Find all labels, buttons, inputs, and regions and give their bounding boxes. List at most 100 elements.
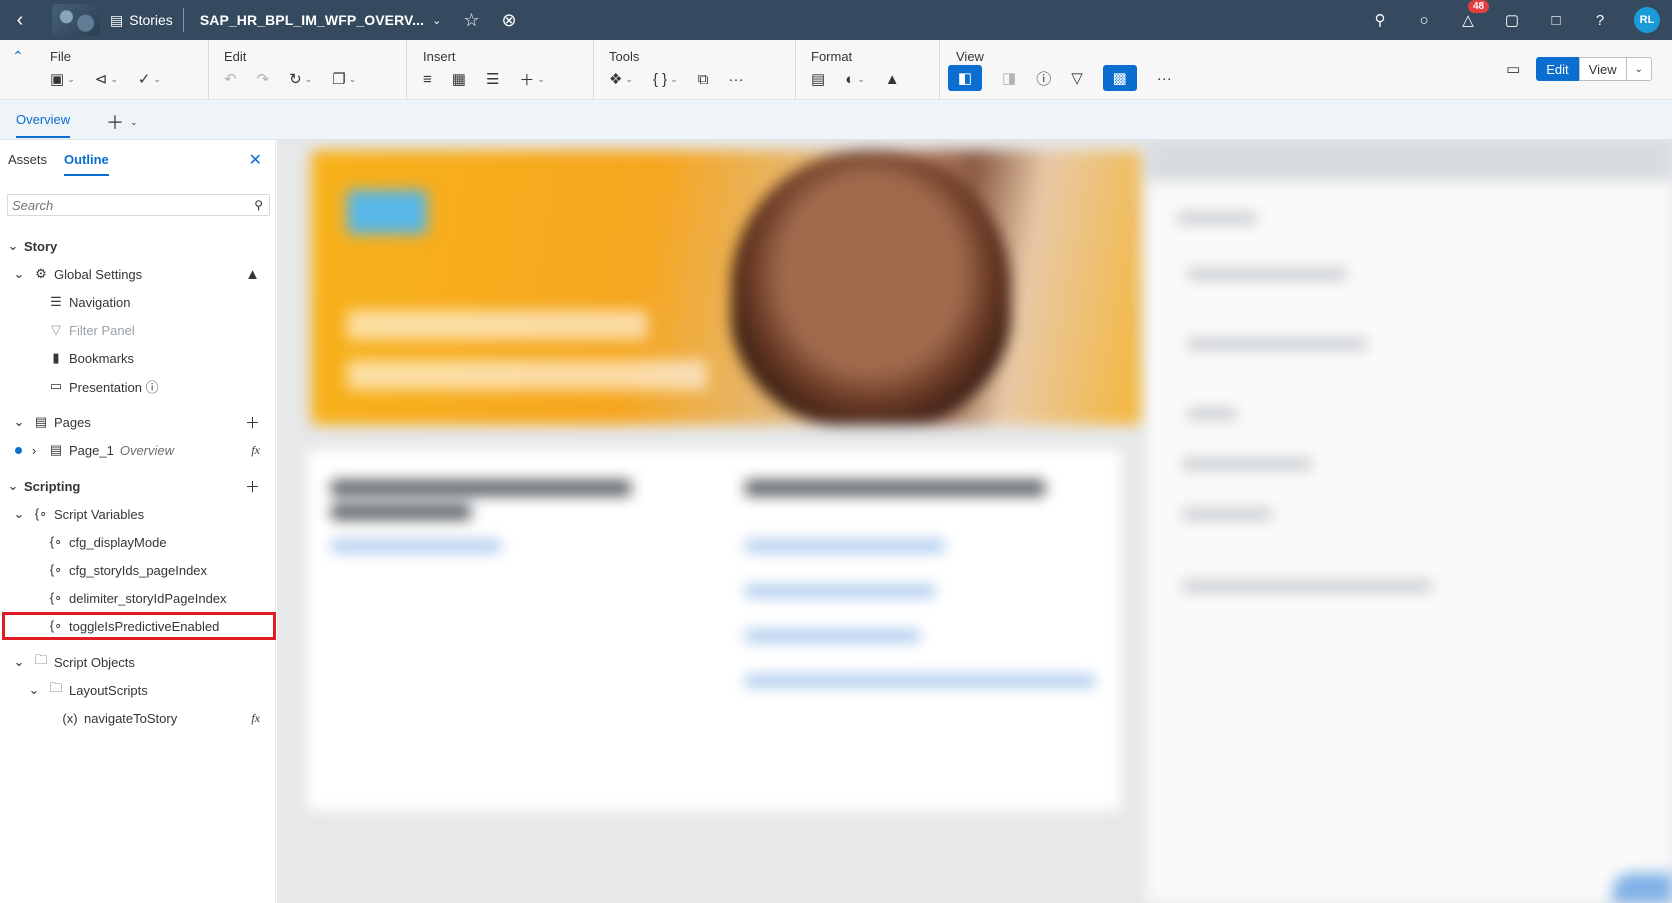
chevron-down-icon[interactable]: ⌄ xyxy=(6,478,20,494)
tree-item-global-settings[interactable]: ⌄ ⚙ Global Settings ▲ xyxy=(0,260,276,288)
search-icon[interactable]: ⚲ xyxy=(254,198,263,212)
script-variable-icon: {∘ xyxy=(34,506,48,521)
close-circle-icon[interactable]: ⊗ xyxy=(502,10,517,31)
tree-item-pages[interactable]: ⌄ ▤ Pages ＋ xyxy=(0,408,276,436)
fx-icon[interactable]: fx xyxy=(251,443,260,458)
feedback-icon[interactable]: □ xyxy=(1546,10,1566,30)
text-placeholder xyxy=(1182,508,1272,520)
share-icon[interactable]: ⊲ ⌄ xyxy=(95,68,118,90)
tree-item-filter-panel[interactable]: ▽ Filter Panel xyxy=(0,316,276,344)
input-control-icon[interactable]: ☰ xyxy=(486,68,499,90)
css-icon[interactable]: ▲ xyxy=(885,68,900,90)
tree-item-navigatetostory[interactable]: (x) navigateToStory fx xyxy=(0,704,276,732)
tree-item-script-variables[interactable]: ⌄ {∘ Script Variables xyxy=(0,500,276,528)
chevron-down-icon[interactable]: ⌄ xyxy=(1626,57,1652,81)
insert-group-label: Insert xyxy=(423,49,456,64)
tree-item-toggleispredictiveenabled[interactable]: {∘ toggleIsPredictiveEnabled xyxy=(0,612,276,640)
gear-icon: ⚙ xyxy=(35,266,47,281)
refresh-icon[interactable]: ↻ ⌄ xyxy=(289,68,312,90)
redo-icon[interactable]: ↷ xyxy=(257,68,270,90)
view-mode-button[interactable]: View xyxy=(1578,57,1627,81)
presentation-icon: ▤ xyxy=(49,442,63,457)
add-page-button[interactable]: ＋ ⌄ xyxy=(106,109,138,135)
discussions-icon[interactable]: ▢ xyxy=(1502,10,1522,30)
avatar[interactable]: RL xyxy=(1634,7,1660,33)
tab-overview[interactable]: Overview xyxy=(16,112,71,138)
format-group: Format ▤ ◐ ⌄ ▲ xyxy=(795,40,939,100)
chevron-right-icon[interactable]: › xyxy=(27,443,41,458)
brand-logo xyxy=(347,190,427,234)
add-icon[interactable]: ＋ xyxy=(245,476,260,497)
monitor-icon[interactable]: ▭ xyxy=(1506,60,1520,78)
tab-assets[interactable]: Assets xyxy=(8,152,47,167)
tree-item-navigation[interactable]: ☰ Navigation xyxy=(0,288,276,316)
tree-item-script-objects[interactable]: ⌄ 🗀 Script Objects xyxy=(0,648,276,676)
chart-icon[interactable]: ≡ xyxy=(423,68,432,90)
notifications-bell-icon[interactable]: △ 48 xyxy=(1458,0,1490,30)
tree-item-cfg-storyids-pageindex[interactable]: {∘ cfg_storyIds_pageIndex xyxy=(0,556,276,584)
css-icon[interactable]: ▲ xyxy=(245,266,260,283)
chevron-down-icon[interactable]: ⌄ xyxy=(432,14,441,27)
close-icon[interactable]: ✕ xyxy=(249,150,262,170)
duplicate-icon[interactable]: ⧉ xyxy=(698,68,709,90)
wrench-icon[interactable]: ✓ ⌄ xyxy=(138,68,161,90)
more-icon[interactable]: ··· xyxy=(728,68,743,90)
tree-item-page-1[interactable]: › ▤ Page_1 Overview fx xyxy=(0,436,276,464)
add-icon[interactable]: ＋ xyxy=(245,412,260,433)
tree-item-layoutscripts[interactable]: ⌄ 🗀 LayoutScripts xyxy=(0,676,276,704)
tree-item-presentation[interactable]: ▭ Presentation ⓘ xyxy=(0,372,276,400)
scripting-braces-icon[interactable]: { } ⌄ xyxy=(653,68,678,90)
more-view-icon[interactable]: ··· xyxy=(1157,67,1172,89)
left-panel-toggle-icon[interactable]: ◧ xyxy=(948,65,982,91)
table-icon[interactable]: ▦ xyxy=(452,68,466,90)
tree-item-scripting[interactable]: ⌄ Scripting ＋ xyxy=(0,472,276,500)
fx-icon[interactable]: fx xyxy=(251,711,260,726)
tree-item-cfg-displaymode[interactable]: {∘ cfg_displayMode xyxy=(0,528,276,556)
copy-icon[interactable]: ❐ ⌄ xyxy=(332,68,356,90)
stories-button[interactable]: ▤ Stories xyxy=(110,12,173,29)
banner-title-placeholder xyxy=(347,360,707,390)
chevron-down-icon[interactable]: ⌄ xyxy=(6,238,20,254)
save-icon[interactable]: ▣ ⌄ xyxy=(50,68,75,90)
script-variable-icon: {∘ xyxy=(49,590,63,605)
info-icon[interactable]: ⓘ xyxy=(1036,67,1051,89)
palette-icon[interactable]: ◐ ⌄ xyxy=(845,68,865,90)
chevron-down-icon[interactable]: ⌄ xyxy=(27,682,41,698)
card-link xyxy=(745,675,1095,687)
tab-outline[interactable]: Outline xyxy=(64,152,109,176)
app-logo[interactable] xyxy=(52,4,100,36)
edit-mode-button[interactable]: Edit xyxy=(1536,57,1579,81)
favorite-star-icon[interactable]: ☆ xyxy=(463,10,479,31)
info-icon[interactable]: ⓘ xyxy=(146,380,159,395)
tree-label: cfg_displayMode xyxy=(69,534,167,550)
chevron-down-icon[interactable]: ⌄ xyxy=(12,414,26,430)
add-data-icon[interactable]: ❖ ⌄ xyxy=(609,68,633,90)
divider xyxy=(182,8,184,32)
back-icon[interactable]: ‹ xyxy=(0,0,40,40)
presentation-label: Presentation xyxy=(69,379,142,395)
search-input[interactable] xyxy=(8,195,238,215)
chevron-down-icon[interactable]: ⌄ xyxy=(12,506,26,522)
help-icon[interactable]: ? xyxy=(1590,10,1610,30)
tree-item-bookmarks[interactable]: ▮ Bookmarks xyxy=(0,344,276,372)
document-title[interactable]: SAP_HR_BPL_IM_WFP_OVERV... xyxy=(200,12,424,28)
script-variable-icon: {∘ xyxy=(49,534,63,549)
lightbulb-icon[interactable]: ○ xyxy=(1414,10,1434,30)
chevron-down-icon[interactable]: ⌄ xyxy=(12,266,26,282)
blurred-content xyxy=(277,140,1672,903)
search-icon[interactable]: ⚲ xyxy=(1370,10,1390,30)
collapse-toolbar-icon[interactable]: ⌃ xyxy=(12,48,24,65)
chevron-down-icon[interactable]: ⌄ xyxy=(12,654,26,670)
undo-icon[interactable]: ↶ xyxy=(224,68,237,90)
story-canvas[interactable] xyxy=(277,140,1672,903)
styling-icon[interactable]: ▤ xyxy=(811,68,825,90)
right-panel-toggle-icon[interactable]: ◨ xyxy=(1002,67,1016,89)
device-preview-icon[interactable]: ▩ xyxy=(1102,65,1137,91)
add-icon[interactable]: ＋ ⌄ xyxy=(519,68,545,90)
tree-item-story[interactable]: ⌄ Story xyxy=(0,232,276,260)
tree-item-delimiter-storyidpageindex[interactable]: {∘ delimiter_storyIdPageIndex xyxy=(0,584,276,612)
filter-icon[interactable]: ▽ xyxy=(1071,67,1083,89)
outline-search: ⚲ xyxy=(7,194,270,216)
notifications-badge: 48 xyxy=(1468,0,1490,13)
outline-panel: Assets Outline ✕ ⚲ ⌄ Story ⌄ ⚙ Global Se… xyxy=(0,140,276,903)
